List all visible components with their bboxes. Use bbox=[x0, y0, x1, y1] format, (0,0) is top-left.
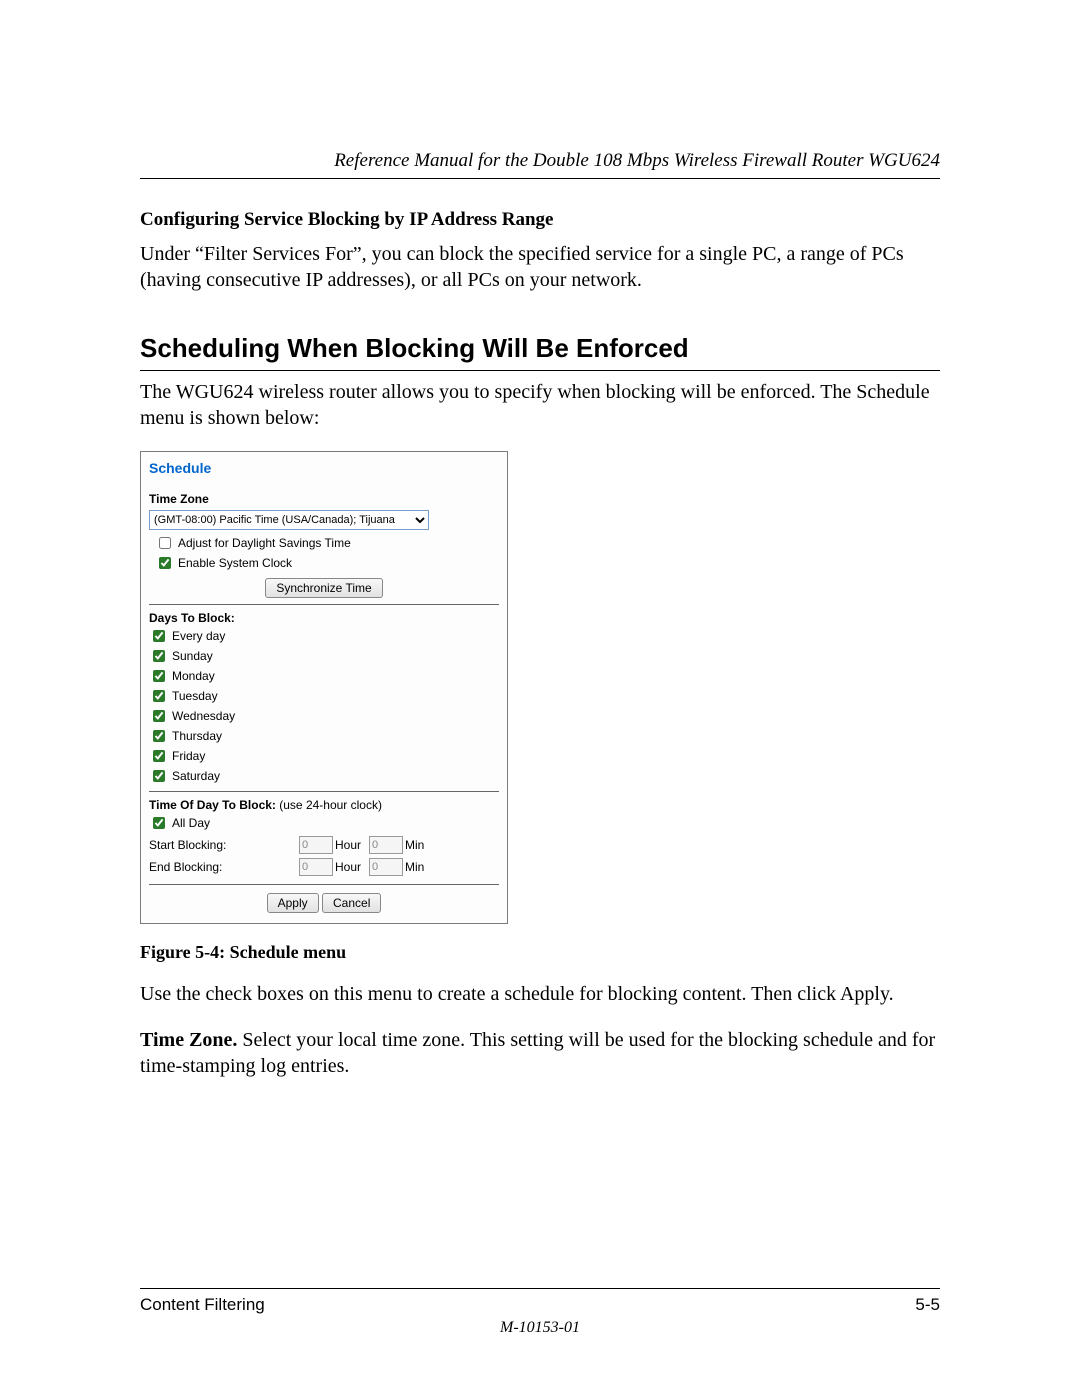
hour-unit: Hour bbox=[335, 838, 361, 852]
enable-clock-checkbox[interactable] bbox=[159, 557, 171, 569]
start-hour-input[interactable] bbox=[299, 836, 333, 854]
end-blocking-label: End Blocking: bbox=[149, 860, 299, 874]
figure-caption: Figure 5-4: Schedule menu bbox=[140, 942, 940, 963]
page-footer: Content Filtering 5-5 M-10153-01 bbox=[140, 1288, 940, 1337]
all-day-checkbox[interactable] bbox=[153, 817, 165, 829]
schedule-screenshot: Schedule Time Zone (GMT-08:00) Pacific T… bbox=[140, 451, 508, 924]
document-header: Reference Manual for the Double 108 Mbps… bbox=[140, 150, 940, 179]
min-unit: Min bbox=[405, 860, 424, 874]
day-label: Thursday bbox=[172, 729, 222, 743]
section-heading-scheduling: Scheduling When Blocking Will Be Enforce… bbox=[140, 333, 940, 371]
footer-page-number: 5-5 bbox=[915, 1295, 940, 1315]
day-checkbox[interactable] bbox=[153, 630, 165, 642]
day-checkbox[interactable] bbox=[153, 690, 165, 702]
footer-section: Content Filtering bbox=[140, 1295, 265, 1315]
apply-button[interactable]: Apply bbox=[267, 893, 319, 913]
day-checkbox[interactable] bbox=[153, 730, 165, 742]
timezone-select[interactable]: (GMT-08:00) Pacific Time (USA/Canada); T… bbox=[149, 510, 429, 530]
paragraph-scheduling: The WGU624 wireless router allows you to… bbox=[140, 379, 940, 431]
footer-doc-number: M-10153-01 bbox=[140, 1319, 940, 1337]
day-checkbox[interactable] bbox=[153, 670, 165, 682]
end-hour-input[interactable] bbox=[299, 858, 333, 876]
start-blocking-label: Start Blocking: bbox=[149, 838, 299, 852]
enable-clock-label: Enable System Clock bbox=[178, 556, 292, 570]
panel-title: Schedule bbox=[149, 460, 499, 476]
adjust-dst-checkbox[interactable] bbox=[159, 537, 171, 549]
day-checkbox[interactable] bbox=[153, 750, 165, 762]
day-label: Friday bbox=[172, 749, 205, 763]
timezone-label: Time Zone bbox=[149, 492, 499, 506]
all-day-label: All Day bbox=[172, 816, 210, 830]
days-to-block-label: Days To Block: bbox=[149, 604, 499, 625]
adjust-dst-label: Adjust for Daylight Savings Time bbox=[178, 536, 351, 550]
synchronize-time-button[interactable]: Synchronize Time bbox=[265, 578, 382, 598]
day-label: Wednesday bbox=[172, 709, 235, 723]
paragraph-ip-range: Under “Filter Services For”, you can blo… bbox=[140, 241, 940, 293]
day-checkbox[interactable] bbox=[153, 770, 165, 782]
day-label: Monday bbox=[172, 669, 215, 683]
day-label: Sunday bbox=[172, 649, 213, 663]
day-label: Every day bbox=[172, 629, 225, 643]
day-checkbox[interactable] bbox=[153, 650, 165, 662]
day-checkbox[interactable] bbox=[153, 710, 165, 722]
time-of-day-label: Time Of Day To Block: (use 24-hour clock… bbox=[149, 791, 499, 812]
end-min-input[interactable] bbox=[369, 858, 403, 876]
cancel-button[interactable]: Cancel bbox=[322, 893, 381, 913]
min-unit: Min bbox=[405, 838, 424, 852]
subheading-ip-range: Configuring Service Blocking by IP Addre… bbox=[140, 209, 940, 231]
day-label: Saturday bbox=[172, 769, 220, 783]
paragraph-usage: Use the check boxes on this menu to crea… bbox=[140, 981, 940, 1007]
paragraph-timezone: Time Zone. Select your local time zone. … bbox=[140, 1027, 940, 1079]
day-label: Tuesday bbox=[172, 689, 218, 703]
hour-unit: Hour bbox=[335, 860, 361, 874]
start-min-input[interactable] bbox=[369, 836, 403, 854]
